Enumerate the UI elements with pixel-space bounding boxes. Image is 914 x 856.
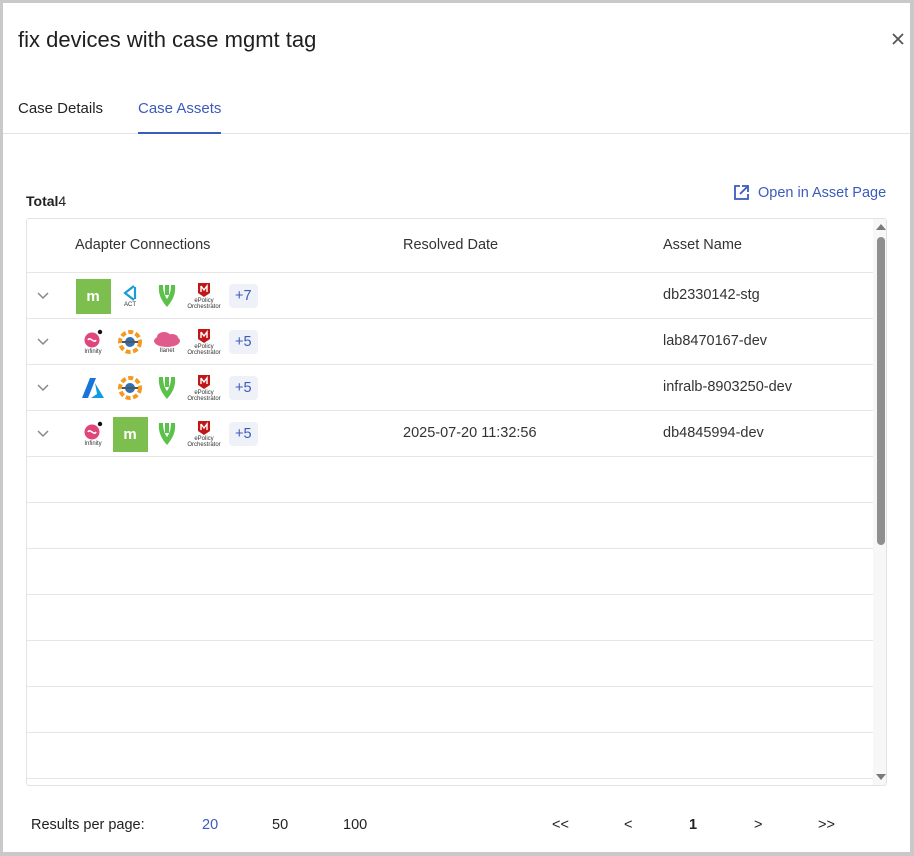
empty-row xyxy=(27,457,873,503)
chevron-down-icon[interactable] xyxy=(35,425,51,441)
infinity-icon: Infinity xyxy=(75,324,111,360)
modal-title: fix devices with case mgmt tag xyxy=(18,27,317,52)
table-row[interactable]: ePolicy Orchestrator +5 infralb-8903250-… xyxy=(27,365,873,411)
asset-name-cell[interactable]: db2330142-stg xyxy=(663,287,760,303)
more-adapters-badge[interactable]: +5 xyxy=(229,376,258,400)
epo-label-2: Orchestrator xyxy=(187,442,221,448)
case-modal: fix devices with case mgmt tag Case Deta… xyxy=(3,3,910,852)
empty-row xyxy=(27,549,873,595)
current-page-number[interactable]: 1 xyxy=(689,817,697,833)
act-label: ACT xyxy=(124,302,136,308)
scroll-down-icon[interactable] xyxy=(876,774,886,780)
chevron-down-icon[interactable] xyxy=(35,333,51,349)
epo-label-2: Orchestrator xyxy=(187,396,221,402)
orange-gear-icon xyxy=(112,370,148,406)
empty-row xyxy=(27,503,873,549)
ilanet-label: Ilanet xyxy=(159,348,175,354)
resolved-date-cell: 2025-07-20 11:32:56 xyxy=(403,425,537,441)
page-size-50[interactable]: 50 xyxy=(272,817,288,833)
tab-case-details[interactable]: Case Details xyxy=(18,100,103,134)
infinity-label: Infinity xyxy=(84,441,102,447)
epolicy-orchestrator-icon: ePolicy Orchestrator xyxy=(186,278,222,314)
assets-table: Adapter Connections Resolved Date Asset … xyxy=(26,218,887,786)
asset-name-cell[interactable]: db4845994-dev xyxy=(663,425,764,441)
infinity-icon: Infinity xyxy=(75,416,111,452)
results-per-page-label: Results per page: xyxy=(31,817,145,833)
header-asset-name[interactable]: Asset Name xyxy=(663,237,742,253)
empty-row xyxy=(27,687,873,733)
cylance-icon xyxy=(149,278,185,314)
table-row[interactable]: Infinity m ePolicy Orchestrator +5 2025-… xyxy=(27,411,873,457)
next-page-button[interactable]: > xyxy=(754,817,762,833)
cylance-icon xyxy=(149,416,185,452)
epolicy-orchestrator-icon: ePolicy Orchestrator xyxy=(186,416,222,452)
open-link-label: Open in Asset Page xyxy=(758,184,887,201)
table-header: Adapter Connections Resolved Date Asset … xyxy=(27,219,873,273)
empty-row xyxy=(27,733,873,779)
mimecast-icon: m xyxy=(75,278,111,314)
header-adapter-connections[interactable]: Adapter Connections xyxy=(75,237,210,253)
last-page-button[interactable]: >> xyxy=(818,817,835,833)
asset-name-cell[interactable]: infralb-8903250-dev xyxy=(663,379,792,395)
orange-gear-icon xyxy=(112,324,148,360)
external-link-icon xyxy=(734,185,749,200)
more-adapters-badge[interactable]: +5 xyxy=(229,422,258,446)
page-size-100[interactable]: 100 xyxy=(343,817,367,833)
adapter-logos: m ACT ePolicy Orchestrator +7 xyxy=(75,278,258,314)
header-resolved-date[interactable]: Resolved Date xyxy=(403,237,498,253)
total-label: Total xyxy=(26,193,59,209)
empty-row xyxy=(27,595,873,641)
table-row[interactable]: Infinity Ilanet ePolicy Orchestrator +5 … xyxy=(27,319,873,365)
act-icon: ACT xyxy=(112,278,148,314)
total-count: Total4 xyxy=(26,193,66,209)
empty-row xyxy=(27,641,873,687)
cylance-icon xyxy=(149,370,185,406)
more-adapters-badge[interactable]: +7 xyxy=(229,284,258,308)
adapter-logos: Infinity Ilanet ePolicy Orchestrator +5 xyxy=(75,324,258,360)
ilanet-cloud-icon: Ilanet xyxy=(149,324,185,360)
epo-label-2: Orchestrator xyxy=(187,350,221,356)
open-in-asset-page-link[interactable]: Open in Asset Page xyxy=(733,184,886,201)
page-size-20[interactable]: 20 xyxy=(202,817,218,833)
tab-bar: Case Details Case Assets xyxy=(3,93,910,134)
scrollbar-thumb[interactable] xyxy=(877,237,885,545)
more-adapters-badge[interactable]: +5 xyxy=(229,330,258,354)
infinity-label: Infinity xyxy=(84,349,102,355)
table-row[interactable]: m ACT ePolicy Orchestrator +7 db2330142-… xyxy=(27,273,873,319)
epolicy-orchestrator-icon: ePolicy Orchestrator xyxy=(186,370,222,406)
epo-label-2: Orchestrator xyxy=(187,304,221,310)
mimecast-icon: m xyxy=(112,416,148,452)
scroll-up-icon[interactable] xyxy=(876,224,886,230)
adapter-logos: Infinity m ePolicy Orchestrator +5 xyxy=(75,416,258,452)
vertical-scrollbar[interactable] xyxy=(873,219,886,785)
epolicy-orchestrator-icon: ePolicy Orchestrator xyxy=(186,324,222,360)
azure-icon xyxy=(75,370,111,406)
asset-name-cell[interactable]: lab8470167-dev xyxy=(663,333,767,349)
chevron-down-icon[interactable] xyxy=(35,287,51,303)
close-icon[interactable] xyxy=(888,29,908,49)
previous-page-button[interactable]: < xyxy=(624,817,632,833)
adapter-logos: ePolicy Orchestrator +5 xyxy=(75,370,258,406)
chevron-down-icon[interactable] xyxy=(35,379,51,395)
tab-case-assets[interactable]: Case Assets xyxy=(138,100,222,134)
first-page-button[interactable]: << xyxy=(552,817,569,833)
total-value: 4 xyxy=(58,193,67,209)
